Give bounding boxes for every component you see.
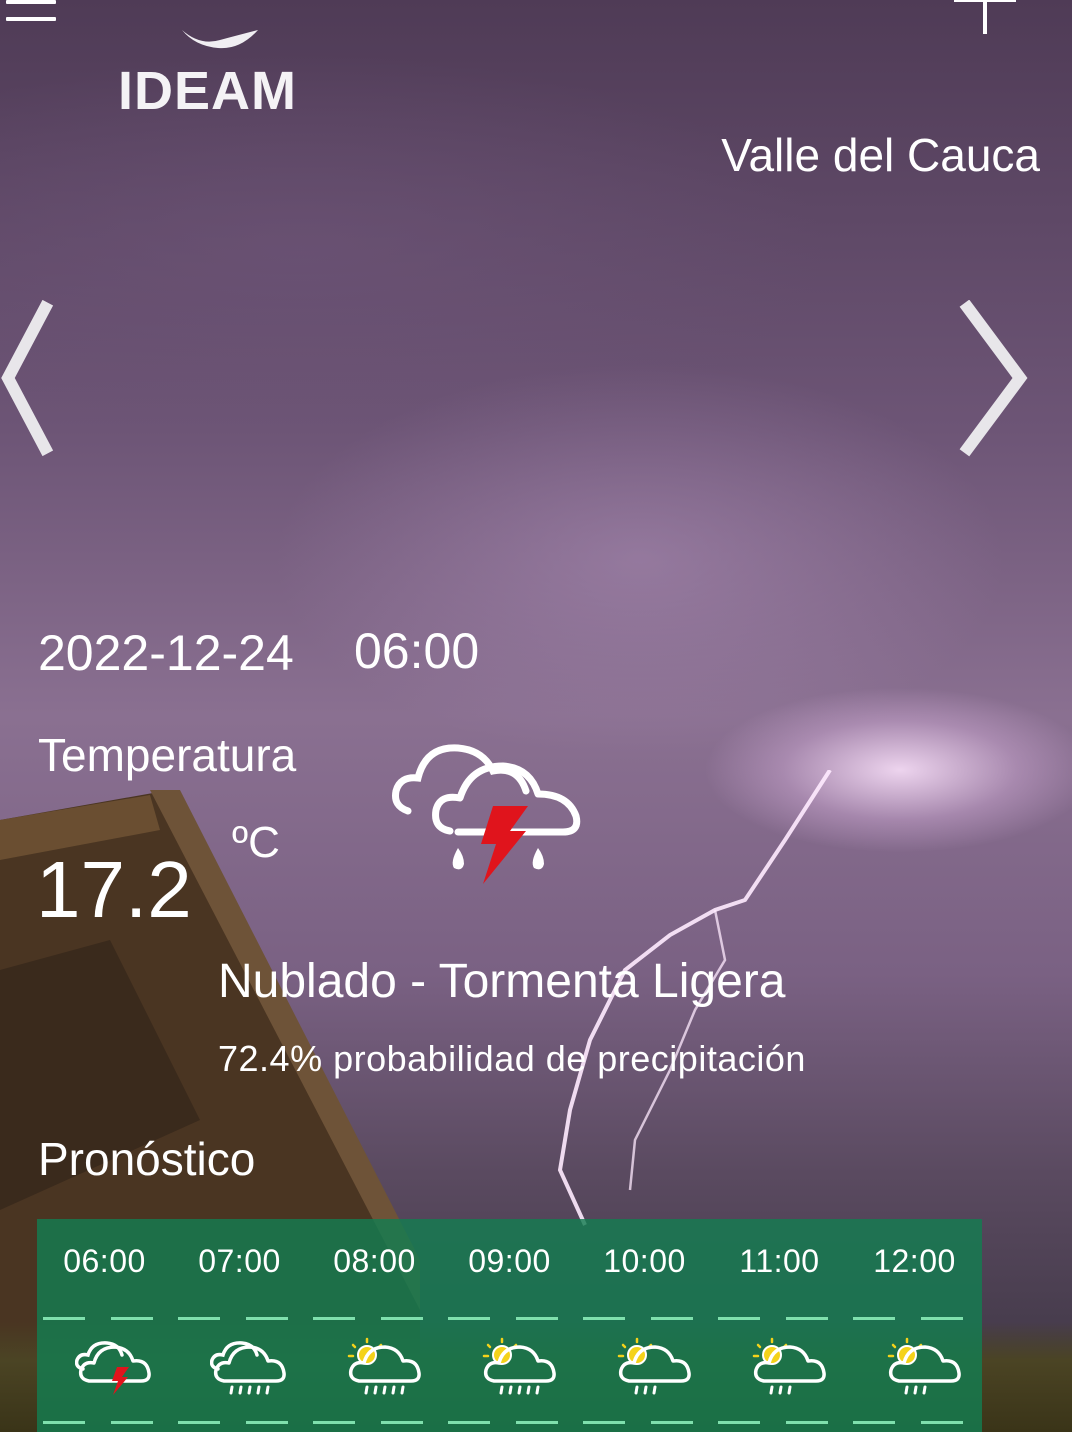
forecast-hour-5[interactable]: 11:00 <box>712 1219 847 1432</box>
divider-dash <box>307 1317 442 1320</box>
forecast-hour-3[interactable]: 09:00 <box>442 1219 577 1432</box>
precipitation-probability: 72.4% probabilidad de precipitación <box>218 1038 806 1079</box>
logo-text: IDEAM <box>118 61 297 121</box>
divider-dash <box>712 1317 847 1320</box>
hourly-forecast-panel[interactable]: 06:00 07:00 08:00 09:00 10:00 11:00 12:00 <box>37 1219 982 1432</box>
divider-dash <box>37 1317 172 1320</box>
sun-cloud-rain-icon <box>347 1337 421 1395</box>
divider-dash <box>172 1421 307 1424</box>
previous-arrow-icon[interactable] <box>0 300 70 460</box>
region-title[interactable]: Valle del Cauca <box>721 128 1040 182</box>
current-time: 06:00 <box>354 623 480 679</box>
divider-dash <box>37 1421 172 1424</box>
divider-dash <box>847 1421 982 1424</box>
cloud-thunderstorm-rain-icon <box>392 744 581 884</box>
forecast-hour-time: 11:00 <box>739 1243 820 1279</box>
temperature-unit: ºC <box>232 818 280 867</box>
sun-cloud-rain-icon <box>482 1337 556 1395</box>
divider-dash <box>847 1317 982 1320</box>
forecast-hour-4[interactable]: 10:00 <box>577 1219 712 1432</box>
divider-dash <box>577 1421 712 1424</box>
cloud-rain-icon <box>210 1341 286 1395</box>
divider-dash <box>577 1317 712 1320</box>
ideam-logo: IDEAM <box>118 28 328 121</box>
forecast-hour-time: 10:00 <box>603 1243 686 1279</box>
sun-cloud-drizzle-icon <box>887 1337 961 1395</box>
current-date: 2022-12-24 <box>38 625 294 681</box>
divider-dash <box>172 1317 307 1320</box>
forecast-hour-1[interactable]: 07:00 <box>172 1219 307 1432</box>
menu-button[interactable] <box>6 0 56 28</box>
sun-cloud-drizzle-icon <box>752 1337 826 1395</box>
temperature-label: Temperatura <box>38 729 297 781</box>
forecast-hour-2[interactable]: 08:00 <box>307 1219 442 1432</box>
forecast-hour-time: 08:00 <box>333 1243 416 1279</box>
next-arrow-icon[interactable] <box>958 300 1028 460</box>
forecast-title: Pronóstico <box>38 1133 256 1185</box>
divider-dash <box>442 1317 577 1320</box>
forecast-hour-6[interactable]: 12:00 <box>847 1219 982 1432</box>
forecast-hour-time: 12:00 <box>873 1243 956 1279</box>
temperature-value: 17.2 <box>36 845 192 934</box>
add-location-button[interactable] <box>954 0 1016 36</box>
forecast-hour-time: 09:00 <box>468 1243 551 1279</box>
forecast-hour-0[interactable]: 06:00 <box>37 1219 172 1432</box>
bird-logo-icon <box>182 30 258 49</box>
forecast-hour-time: 06:00 <box>63 1243 146 1279</box>
cloud-thunderstorm-icon <box>75 1341 151 1395</box>
divider-dash <box>307 1421 442 1424</box>
divider-dash <box>712 1421 847 1424</box>
menu-icon <box>6 0 56 4</box>
sun-cloud-drizzle-icon <box>617 1337 691 1395</box>
condition-text: Nublado - Tormenta Ligera <box>218 955 786 1008</box>
divider-dash <box>442 1421 577 1424</box>
forecast-hour-time: 07:00 <box>198 1243 281 1279</box>
